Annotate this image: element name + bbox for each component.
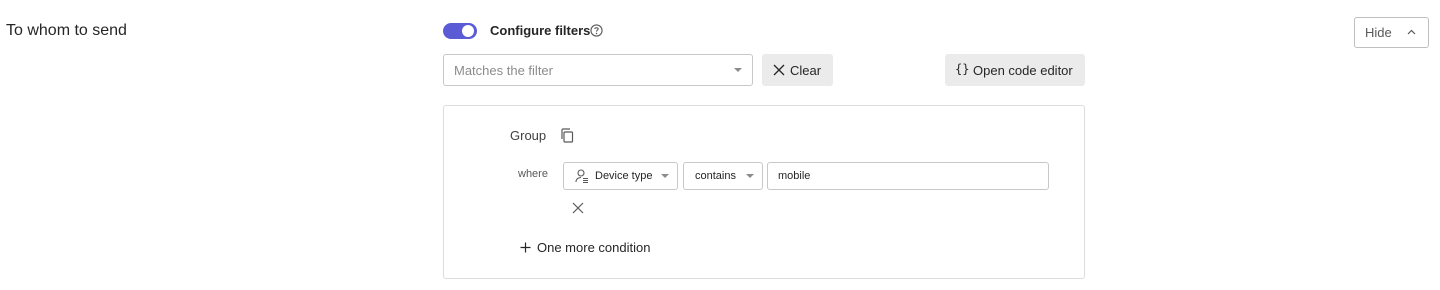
clear-button-label: Clear [790,62,822,78]
toggle-knob [462,25,474,37]
section-title: To whom to send [6,22,127,39]
help-icon[interactable] [590,24,603,37]
open-code-editor-button[interactable]: {} Open code editor [945,54,1085,86]
add-condition-label: One more condition [537,240,651,255]
chevron-down-icon [734,68,742,72]
add-condition-button[interactable]: One more condition [520,240,650,255]
condition-operator-select[interactable]: contains [683,162,763,190]
condition-operator-label: contains [695,170,736,182]
condition-field-label: Device type [595,170,653,182]
clear-button[interactable]: Clear [762,54,833,86]
where-label: where [518,168,548,180]
condition-field-select[interactable]: Device type [563,162,678,190]
configure-filters-toggle[interactable] [443,23,477,39]
remove-condition-icon[interactable] [572,202,584,214]
user-device-icon [575,169,588,184]
code-braces-icon: {} [955,62,970,76]
match-filter-placeholder: Matches the filter [454,62,553,78]
group-label: Group [510,128,547,143]
chevron-down-icon [746,174,754,178]
match-filter-select[interactable]: Matches the filter [443,54,753,86]
plus-icon [520,242,531,253]
hide-button-label: Hide [1365,25,1392,40]
open-code-editor-label: Open code editor [973,62,1073,78]
chevron-down-icon [661,174,669,178]
hide-button[interactable]: Hide [1354,17,1429,48]
copy-icon[interactable] [560,128,574,143]
condition-value-input[interactable] [767,162,1049,190]
chevron-up-icon [1407,29,1416,35]
close-icon [773,64,785,76]
configure-filters-label: Configure filters [490,23,591,38]
